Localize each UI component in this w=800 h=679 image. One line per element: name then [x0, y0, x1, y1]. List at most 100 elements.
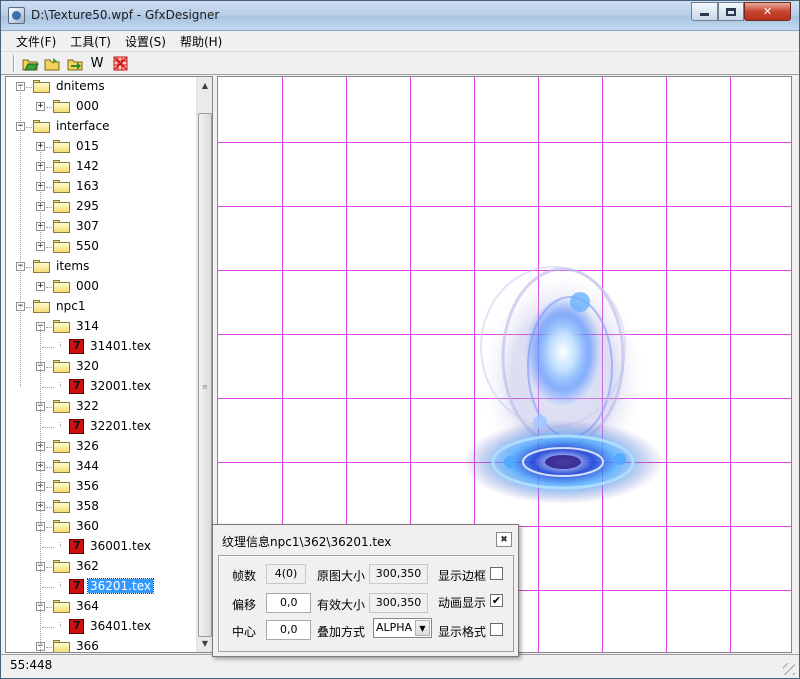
dialog-close-button[interactable]: ✖	[496, 532, 512, 547]
offset-input[interactable]: 0,0	[266, 593, 311, 613]
minimize-icon	[700, 13, 709, 16]
tree-folder-node[interactable]: − items	[6, 257, 196, 277]
tree-folder-node[interactable]: −320	[6, 357, 196, 377]
tree-folder-node[interactable]: −362	[6, 557, 196, 577]
tree-file-node[interactable]: 36001.tex	[6, 537, 196, 557]
menu-settings[interactable]: 设置(S)	[118, 31, 173, 51]
tree-node-label[interactable]: 36201.tex	[87, 578, 154, 594]
tree-folder-node[interactable]: +163	[6, 177, 196, 197]
tree-node-label[interactable]: 142	[74, 159, 101, 173]
tree-node-label[interactable]: items	[54, 259, 91, 273]
folder-icon	[33, 120, 50, 133]
open-button[interactable]	[21, 55, 39, 72]
show-border-checkbox[interactable]	[490, 567, 503, 580]
tree-connector-line	[40, 107, 41, 108]
tree-node-label[interactable]: 36001.tex	[88, 539, 153, 553]
title-bar[interactable]: D:\Texture50.wpf - GfxDesigner ✕	[1, 1, 799, 31]
tree-scrollbar[interactable]: ▲ ≡ ▼	[196, 77, 212, 652]
tree-folder-node[interactable]: −314	[6, 317, 196, 337]
scroll-thumb[interactable]: ≡	[198, 113, 212, 637]
dialog-title-bar[interactable]: 纹理信息npc1\362\36201.tex ✖	[213, 525, 518, 553]
center-input[interactable]: 0,0	[266, 620, 311, 640]
tree-node-label[interactable]: 36401.tex	[88, 619, 153, 633]
tree-folder-node[interactable]: − npc1	[6, 297, 196, 317]
tree-node-label[interactable]: 015	[74, 139, 101, 153]
tree-folder-node[interactable]: +326	[6, 437, 196, 457]
tree-node-label[interactable]: 362	[74, 559, 101, 573]
tree-file-node[interactable]: 36201.tex	[6, 577, 196, 597]
tree-node-label[interactable]: 307	[74, 219, 101, 233]
tree-node-label[interactable]: 32201.tex	[88, 419, 153, 433]
tree-node-label[interactable]: 358	[74, 499, 101, 513]
scroll-up-arrow-icon[interactable]: ▲	[197, 77, 212, 94]
tree-node-label[interactable]: 550	[74, 239, 101, 253]
grid-tool-button[interactable]	[111, 55, 129, 72]
tree-file-node[interactable]: 36401.tex	[6, 617, 196, 637]
tree-folder-node[interactable]: +356	[6, 477, 196, 497]
tree-node-label[interactable]: 32001.tex	[88, 379, 153, 393]
dropdown-arrow-icon[interactable]: ▼	[415, 620, 430, 636]
tree-node-label[interactable]: 360	[74, 519, 101, 533]
tree-file-node[interactable]: 32001.tex	[6, 377, 196, 397]
tree-folder-node[interactable]: −360	[6, 517, 196, 537]
tree-file-node[interactable]: 32201.tex	[6, 417, 196, 437]
tree-node-label[interactable]: 31401.tex	[88, 339, 153, 353]
folder-icon	[53, 320, 70, 333]
tree-connector-line	[40, 287, 41, 288]
tree-node-label[interactable]: 295	[74, 199, 101, 213]
tree-node-label[interactable]: 322	[74, 399, 101, 413]
maximize-button[interactable]	[718, 2, 744, 21]
tree-folder-node[interactable]: − interface	[6, 117, 196, 137]
tree-folder-node[interactable]: +142	[6, 157, 196, 177]
animation-checkbox[interactable]: ✔	[490, 594, 503, 607]
tree-folder-node[interactable]: +344	[6, 457, 196, 477]
tree-folder-node[interactable]: −364	[6, 597, 196, 617]
tree-file-node[interactable]: 31401.tex	[6, 337, 196, 357]
tree-folder-node[interactable]: − dnitems	[6, 77, 196, 97]
tree-node-label[interactable]: 364	[74, 599, 101, 613]
menu-tools[interactable]: 工具(T)	[63, 31, 118, 51]
save-button[interactable]	[43, 55, 61, 72]
menu-file[interactable]: 文件(F)	[9, 31, 63, 51]
close-button[interactable]: ✕	[744, 2, 791, 21]
dialog-title: 纹理信息npc1\362\36201.tex	[222, 535, 392, 549]
save-folder-icon	[44, 57, 59, 70]
tree-folder-node[interactable]: +000	[6, 277, 196, 297]
tree-connector-line	[60, 582, 61, 587]
texture-info-dialog[interactable]: 纹理信息npc1\362\36201.tex ✖ 帧数 4(0) 原图大小 30…	[212, 524, 519, 657]
tree-node-label[interactable]: 344	[74, 459, 101, 473]
tree-folder-node[interactable]: +000	[6, 97, 196, 117]
blend-mode-select[interactable]: ALPHA ▼	[373, 618, 432, 638]
menu-help[interactable]: 帮助(H)	[173, 31, 229, 51]
tree-folder-node[interactable]: +295	[6, 197, 196, 217]
folder-icon	[53, 500, 70, 513]
resource-tree[interactable]: − dnitems +000− interface +015 +142 +163 +295 +3…	[5, 76, 213, 653]
tree-folder-node[interactable]: +015	[6, 137, 196, 157]
tree-node-label[interactable]: 356	[74, 479, 101, 493]
original-size-label: 原图大小	[317, 569, 366, 583]
export-button[interactable]	[66, 55, 84, 72]
minimize-button[interactable]	[691, 2, 718, 21]
folder-icon	[33, 80, 50, 93]
tree-node-label[interactable]: dnitems	[54, 79, 107, 93]
tree-folder-node[interactable]: +307	[6, 217, 196, 237]
tree-node-label[interactable]: npc1	[54, 299, 87, 313]
tree-node-label[interactable]: 320	[74, 359, 101, 373]
tree-folder-node[interactable]: +358	[6, 497, 196, 517]
tree-node-label[interactable]: 326	[74, 439, 101, 453]
tree-node-label[interactable]: 163	[74, 179, 101, 193]
scroll-down-arrow-icon[interactable]: ▼	[197, 635, 212, 652]
show-grid-checkbox[interactable]	[490, 623, 503, 636]
texture-file-icon	[69, 339, 84, 354]
tree-node-label[interactable]: 314	[74, 319, 101, 333]
resize-grip[interactable]	[783, 663, 795, 675]
tree-folder-node[interactable]: −322	[6, 397, 196, 417]
animation-label: 动画显示	[438, 596, 487, 610]
tree-folder-node[interactable]: −366	[6, 637, 196, 652]
tree-node-label[interactable]: 000	[74, 279, 101, 293]
tree-folder-node[interactable]: +550	[6, 237, 196, 257]
tree-node-label[interactable]: 000	[74, 99, 101, 113]
tree-node-label[interactable]: interface	[54, 119, 112, 133]
w-tool-button[interactable]: W	[88, 55, 106, 72]
tree-node-label[interactable]: 366	[74, 639, 101, 652]
